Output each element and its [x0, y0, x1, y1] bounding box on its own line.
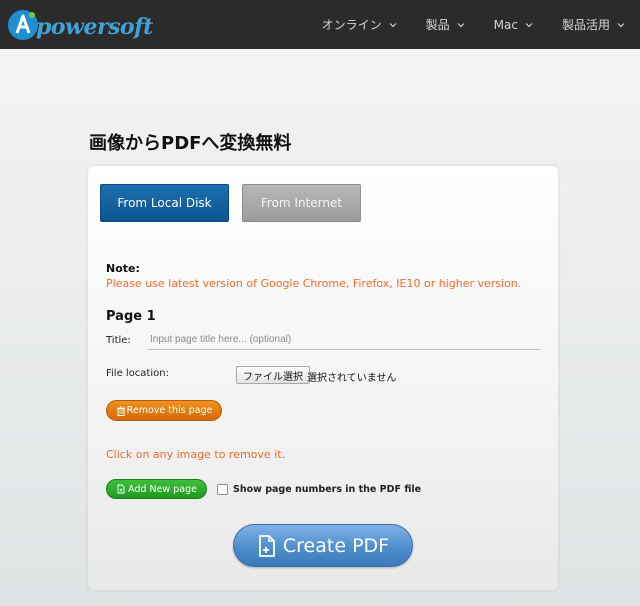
page-title: 画像からPDFへ変換無料 — [89, 133, 292, 154]
trash-icon — [116, 406, 125, 416]
remove-page-label: Remove this page — [126, 405, 213, 416]
chevron-down-icon — [617, 22, 625, 27]
nav-products-label: 製品 — [425, 18, 450, 32]
file-status: 選択されていません — [307, 373, 397, 384]
remove-image-hint: Click on any image to remove it. — [106, 448, 286, 461]
chevron-down-icon — [457, 22, 465, 27]
browser-note: Please use latest version of Google Chro… — [106, 277, 522, 290]
nav-products[interactable]: 製品 — [412, 0, 480, 49]
nav-usage[interactable]: 製品活用 — [548, 0, 640, 49]
apowersoft-logo[interactable]: powersoft — [6, 6, 153, 42]
create-pdf-button[interactable]: Create PDF — [233, 524, 413, 567]
page-heading: Page 1 — [106, 309, 156, 324]
logo-text: powersoft — [36, 14, 153, 40]
nav-mac[interactable]: Mac — [480, 0, 548, 49]
remove-page-button[interactable]: Remove this page — [106, 400, 222, 421]
add-new-page-label: Add New page — [128, 483, 197, 495]
page-numbers-label: Show page numbers in the PDF file — [233, 484, 422, 495]
title-label: Title: — [106, 335, 131, 346]
converter-panel: From Local Disk From Internet Note: Plea… — [88, 166, 558, 590]
page-title-input[interactable] — [148, 329, 540, 350]
file-location-label: File location: — [106, 368, 169, 379]
chevron-down-icon — [389, 22, 397, 27]
top-header: powersoft オンライン 製品 Mac 製品活用 — [0, 0, 640, 49]
add-new-page-button[interactable]: Add New page — [106, 479, 207, 499]
nav-usage-label: 製品活用 — [561, 18, 610, 32]
chevron-down-icon — [525, 22, 533, 27]
create-pdf-label: Create PDF — [282, 534, 390, 557]
page-numbers-checkbox[interactable] — [217, 484, 228, 495]
nav-online-label: オンライン — [321, 18, 382, 32]
logo-a-icon — [6, 8, 40, 42]
tab-from-internet[interactable]: From Internet — [242, 184, 361, 222]
choose-file-button[interactable]: ファイル選択 — [236, 366, 310, 384]
new-file-icon — [258, 534, 275, 557]
note-label: Note: — [106, 262, 140, 275]
tab-from-local-disk[interactable]: From Local Disk — [100, 184, 229, 222]
nav-mac-label: Mac — [493, 17, 518, 32]
add-page-icon — [117, 484, 125, 494]
nav-online[interactable]: オンライン — [308, 0, 412, 49]
main-nav: オンライン 製品 Mac 製品活用 — [308, 0, 640, 49]
